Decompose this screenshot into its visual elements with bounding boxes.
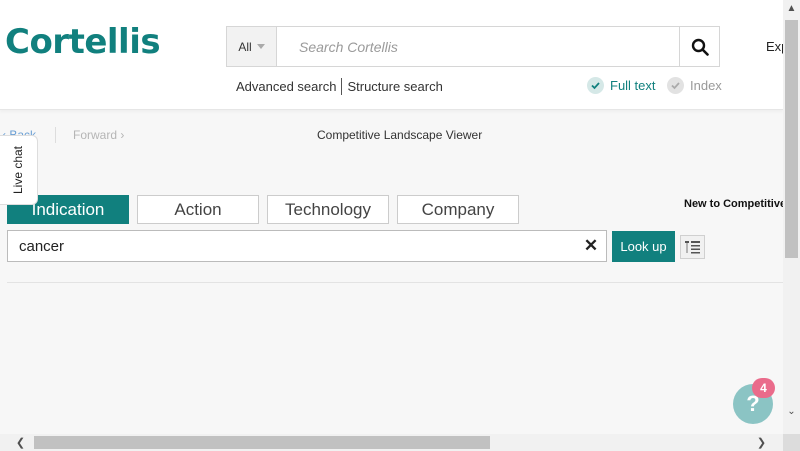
search-scope-dropdown[interactable]: All — [227, 27, 277, 66]
header: Cortellis All Exp Advanced search Struct… — [0, 0, 788, 110]
search-scope-label: All — [238, 39, 252, 54]
global-search-input[interactable] — [277, 27, 679, 66]
divider — [7, 282, 783, 283]
page-title: Competitive Landscape Viewer — [317, 128, 483, 142]
tree-view-button[interactable] — [680, 235, 705, 259]
search-links: Advanced search Structure search — [236, 78, 443, 95]
new-to-link[interactable]: New to Competitive — [684, 198, 783, 210]
check-icon — [587, 77, 604, 94]
full-text-toggle[interactable]: Full text — [587, 77, 656, 94]
check-icon — [667, 77, 684, 94]
horizontal-scroll-thumb[interactable] — [34, 436, 490, 449]
link-divider — [341, 78, 343, 95]
advanced-search-link[interactable]: Advanced search — [236, 79, 336, 94]
search-icon — [691, 38, 709, 56]
tab-company[interactable]: Company — [397, 195, 519, 224]
forward-link[interactable]: Forward › — [73, 128, 124, 142]
look-up-button[interactable]: Look up — [612, 231, 675, 262]
live-chat-label: Live chat — [11, 145, 26, 195]
structure-search-link[interactable]: Structure search — [347, 79, 442, 94]
global-search-box: All — [226, 26, 720, 67]
index-toggle[interactable]: Index — [667, 77, 722, 94]
search-button[interactable] — [679, 27, 719, 66]
tree-list-icon — [685, 240, 700, 253]
chevron-down-icon — [256, 44, 265, 49]
scroll-left-icon[interactable]: ❮ — [12, 434, 29, 451]
clear-icon[interactable]: ✕ — [576, 231, 606, 261]
tab-technology[interactable]: Technology — [267, 195, 389, 224]
nav-divider — [55, 127, 56, 143]
scroll-up-icon[interactable]: ▲ — [783, 0, 800, 17]
cortellis-logo[interactable]: Cortellis — [5, 22, 161, 62]
live-chat-button[interactable]: Live chat — [0, 135, 38, 205]
notification-badge: 4 — [752, 378, 775, 398]
lookup-input[interactable] — [8, 237, 576, 255]
full-text-label: Full text — [610, 78, 656, 93]
index-label: Index — [690, 78, 722, 93]
vertical-scroll-thumb[interactable] — [785, 20, 798, 258]
tab-action[interactable]: Action — [137, 195, 259, 224]
scroll-right-icon[interactable]: ❯ — [753, 434, 770, 451]
lookup-box: ✕ — [7, 230, 607, 262]
scroll-down-icon[interactable]: ⌄ — [783, 403, 800, 420]
scrollbar-corner — [783, 434, 800, 451]
